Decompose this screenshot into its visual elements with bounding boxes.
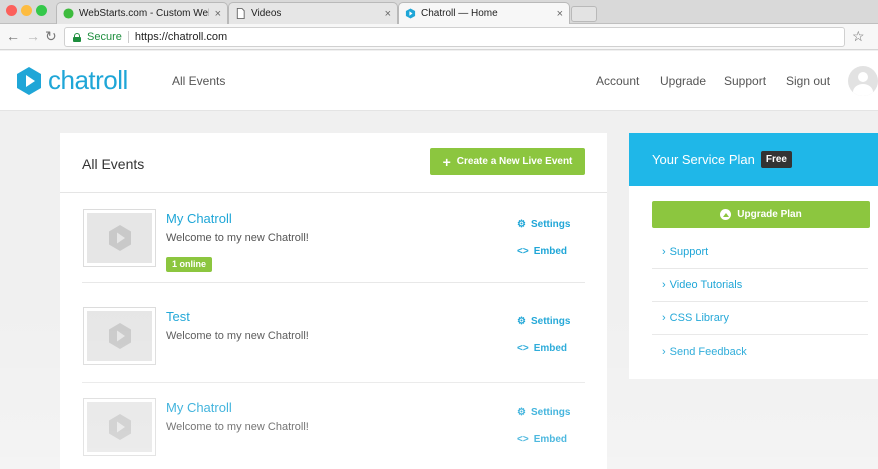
browser-toolbar: ← → ↻ Secure https://chatroll.com ☆ — [0, 24, 878, 50]
upgrade-plan-button[interactable]: Upgrade Plan — [652, 201, 870, 228]
plan-link-label: CSS Library — [669, 312, 729, 324]
nav-all-events[interactable]: All Events — [172, 74, 225, 88]
settings-label: Settings — [530, 219, 571, 230]
new-tab-button[interactable] — [571, 6, 597, 22]
event-description: Welcome to my new Chatroll! — [166, 232, 309, 244]
maximize-window-button[interactable] — [36, 5, 47, 16]
reload-icon[interactable]: ↻ — [45, 28, 57, 45]
chatroll-logo[interactable]: chatroll — [16, 65, 128, 96]
event-row: My Chatroll Welcome to my new Chatroll! … — [60, 382, 607, 469]
browser-tab-bar: WebStarts.com - Custom Web × Videos × Ch… — [0, 0, 878, 24]
service-plan-panel: Your Service Plan Free Upgrade Plan › Su… — [629, 133, 878, 379]
event-thumbnail[interactable] — [83, 398, 156, 456]
nav-support[interactable]: Support — [724, 74, 766, 88]
webstarts-favicon-icon — [63, 8, 74, 19]
embed-code-icon: <> — [517, 434, 529, 445]
play-icon — [108, 323, 131, 349]
event-name-link[interactable]: My Chatroll — [166, 400, 232, 415]
chatroll-logo-icon — [17, 66, 41, 95]
event-description: Welcome to my new Chatroll! — [166, 421, 309, 433]
bookmark-star-icon[interactable]: ☆ — [852, 28, 865, 45]
plan-header: Your Service Plan Free — [629, 133, 878, 186]
app-header: chatroll All Events Account Upgrade Supp… — [0, 51, 878, 111]
event-thumbnail[interactable] — [83, 209, 156, 267]
logo-text: chatroll — [48, 65, 128, 95]
event-description: Welcome to my new Chatroll! — [166, 330, 309, 342]
settings-link[interactable]: ⚙ Settings — [517, 407, 570, 418]
back-arrow-icon[interactable]: ← — [6, 28, 20, 44]
play-icon — [108, 414, 131, 440]
tab-title: WebStarts.com - Custom Web — [79, 8, 209, 19]
plus-icon: + — [442, 153, 451, 170]
event-row: My Chatroll Welcome to my new Chatroll! … — [60, 193, 607, 283]
close-window-button[interactable] — [6, 5, 17, 16]
gear-icon: ⚙ — [517, 407, 526, 418]
events-title: All Events — [82, 156, 145, 172]
settings-label: Settings — [530, 316, 571, 327]
embed-code-icon: <> — [517, 246, 529, 257]
plan-link-label: Video Tutorials — [669, 279, 743, 291]
upload-circle-icon — [720, 209, 732, 220]
browser-tab-chatroll[interactable]: Chatroll — Home × — [398, 2, 570, 24]
lock-icon — [73, 32, 81, 42]
forward-arrow-icon[interactable]: → — [26, 28, 40, 44]
gear-icon: ⚙ — [517, 219, 526, 230]
row-divider — [82, 282, 585, 283]
event-name-link[interactable]: Test — [166, 309, 190, 324]
embed-link[interactable]: <> Embed — [517, 434, 567, 445]
close-tab-icon[interactable]: × — [557, 8, 563, 20]
plan-link-css-library[interactable]: › CSS Library — [652, 302, 868, 335]
embed-code-icon: <> — [517, 343, 529, 354]
plan-tier-badge: Free — [760, 151, 792, 168]
gear-icon: ⚙ — [517, 316, 526, 327]
tab-title: Videos — [251, 8, 282, 19]
minimize-window-button[interactable] — [21, 5, 32, 16]
plan-link-video-tutorials[interactable]: › Video Tutorials — [652, 269, 868, 302]
chevron-right-icon: › — [662, 246, 666, 258]
plan-link-label: Send Feedback — [669, 345, 747, 358]
plan-link-send-feedback[interactable]: › Send Feedback — [652, 335, 868, 368]
address-separator — [127, 31, 129, 43]
document-icon — [236, 8, 245, 19]
address-bar[interactable]: Secure https://chatroll.com — [64, 27, 845, 47]
settings-link[interactable]: ⚙ Settings — [517, 219, 570, 230]
create-live-event-button[interactable]: + Create a New Live Event — [430, 148, 585, 175]
embed-label: Embed — [533, 246, 568, 257]
plan-title: Your Service Plan — [652, 152, 755, 167]
close-tab-icon[interactable]: × — [215, 8, 221, 20]
plan-link-label: Support — [669, 246, 709, 258]
settings-link[interactable]: ⚙ Settings — [517, 316, 570, 327]
play-icon — [108, 225, 131, 251]
close-tab-icon[interactable]: × — [385, 8, 391, 20]
event-name-link[interactable]: My Chatroll — [166, 211, 232, 226]
chevron-right-icon: › — [662, 279, 666, 291]
settings-label: Settings — [530, 407, 571, 418]
event-thumbnail[interactable] — [83, 307, 156, 365]
url-text: https://chatroll.com — [134, 31, 228, 43]
online-count-badge: 1 online — [166, 257, 213, 272]
plan-link-support[interactable]: › Support — [652, 236, 868, 269]
avatar[interactable] — [848, 66, 878, 96]
embed-link[interactable]: <> Embed — [517, 343, 567, 354]
embed-label: Embed — [533, 434, 568, 445]
embed-label: Embed — [533, 343, 568, 354]
nav-upgrade[interactable]: Upgrade — [660, 74, 706, 88]
events-panel: All Events + Create a New Live Event My … — [60, 133, 607, 469]
chevron-right-icon: › — [662, 312, 666, 324]
create-button-label: Create a New Live Event — [456, 156, 573, 167]
tab-title: Chatroll — Home — [421, 8, 498, 19]
upgrade-button-label: Upgrade Plan — [737, 209, 802, 220]
secure-label: Secure — [87, 31, 122, 43]
embed-link[interactable]: <> Embed — [517, 246, 567, 257]
event-row: Test Welcome to my new Chatroll! ⚙ Setti… — [60, 291, 607, 383]
chevron-right-icon: › — [662, 345, 666, 358]
browser-tab-videos[interactable]: Videos × — [228, 2, 398, 24]
chatroll-favicon-icon — [405, 8, 416, 19]
nav-sign-out[interactable]: Sign out — [786, 74, 830, 88]
nav-account[interactable]: Account — [596, 74, 639, 88]
browser-tab-webstarts[interactable]: WebStarts.com - Custom Web × — [56, 2, 228, 24]
